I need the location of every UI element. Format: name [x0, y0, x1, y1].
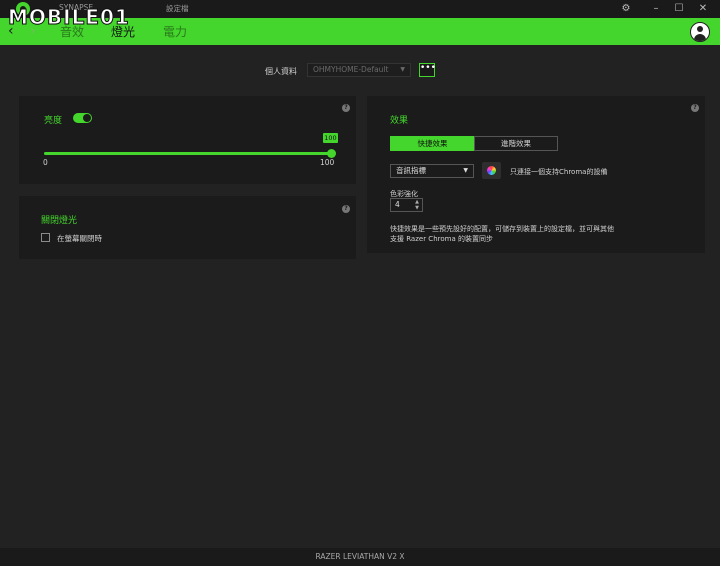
brightness-slider[interactable]: 100 [44, 133, 338, 158]
chevron-down-icon: ▼ [463, 167, 468, 174]
lighting-off-panel [19, 196, 356, 259]
brightness-min-label: 0 [43, 158, 48, 167]
lighting-off-title: 關閉燈光 [41, 216, 78, 226]
effects-description-line1: 快捷效果是一些預先設好的配置，可儲存到裝置上的設定檔，並可與其他 [390, 225, 614, 233]
brightness-panel [19, 96, 356, 184]
profile-label: 個人資料 [265, 67, 297, 76]
gear-icon[interactable]: ⚙ [619, 2, 633, 16]
profile-dropdown-value: OHMYHOME-Default [313, 65, 389, 74]
brightness-toggle[interactable] [73, 113, 92, 123]
saturation-value: 4 [395, 200, 400, 209]
watermark-logo: MOBILE01 [8, 5, 130, 30]
help-icon[interactable]: ? [342, 205, 350, 213]
brightness-max-label: 100 [320, 158, 335, 167]
help-icon[interactable]: ? [691, 104, 699, 112]
maximize-icon[interactable]: ☐ [672, 2, 686, 16]
chevron-down-icon: ▼ [400, 66, 405, 73]
effect-dropdown[interactable]: 音訊指標 ▼ [390, 164, 474, 178]
tab-power[interactable]: 電力 [163, 23, 187, 40]
brightness-slider-fill [44, 152, 331, 155]
stepper-down-icon[interactable]: ▼ [415, 205, 419, 211]
help-icon[interactable]: ? [342, 104, 350, 112]
effects-description-line2: 支援 Razer Chroma 的裝置同步 [390, 235, 493, 243]
device-footer: RAZER LEVIATHAN V2 X [0, 548, 720, 566]
chroma-note: 只連接一個支持Chroma的設備 [510, 168, 608, 176]
tab-advanced-effects[interactable]: 進階效果 [474, 136, 558, 151]
brightness-title: 亮度 [44, 116, 63, 126]
profile-dropdown[interactable]: OHMYHOME-Default ▼ [307, 63, 411, 77]
titlebar-tab-profiles[interactable]: 設定檔 [166, 3, 189, 14]
chroma-color-icon[interactable] [482, 162, 501, 179]
profile-more-button[interactable]: ••• [419, 63, 436, 77]
brightness-value-badge: 100 [323, 133, 338, 143]
effects-title: 效果 [390, 116, 409, 126]
user-avatar-icon[interactable] [690, 22, 710, 42]
saturation-stepper[interactable]: 4 ▲ ▼ [390, 198, 423, 212]
tab-quick-effects[interactable]: 快捷效果 [390, 136, 475, 151]
brightness-slider-handle[interactable] [327, 149, 336, 158]
effect-dropdown-value: 音訊指標 [396, 166, 426, 175]
minimize-icon[interactable]: – [649, 2, 663, 16]
screen-off-label: 在螢幕關閉時 [57, 234, 102, 243]
close-icon[interactable]: ✕ [696, 2, 710, 16]
screen-off-checkbox[interactable] [41, 233, 50, 242]
